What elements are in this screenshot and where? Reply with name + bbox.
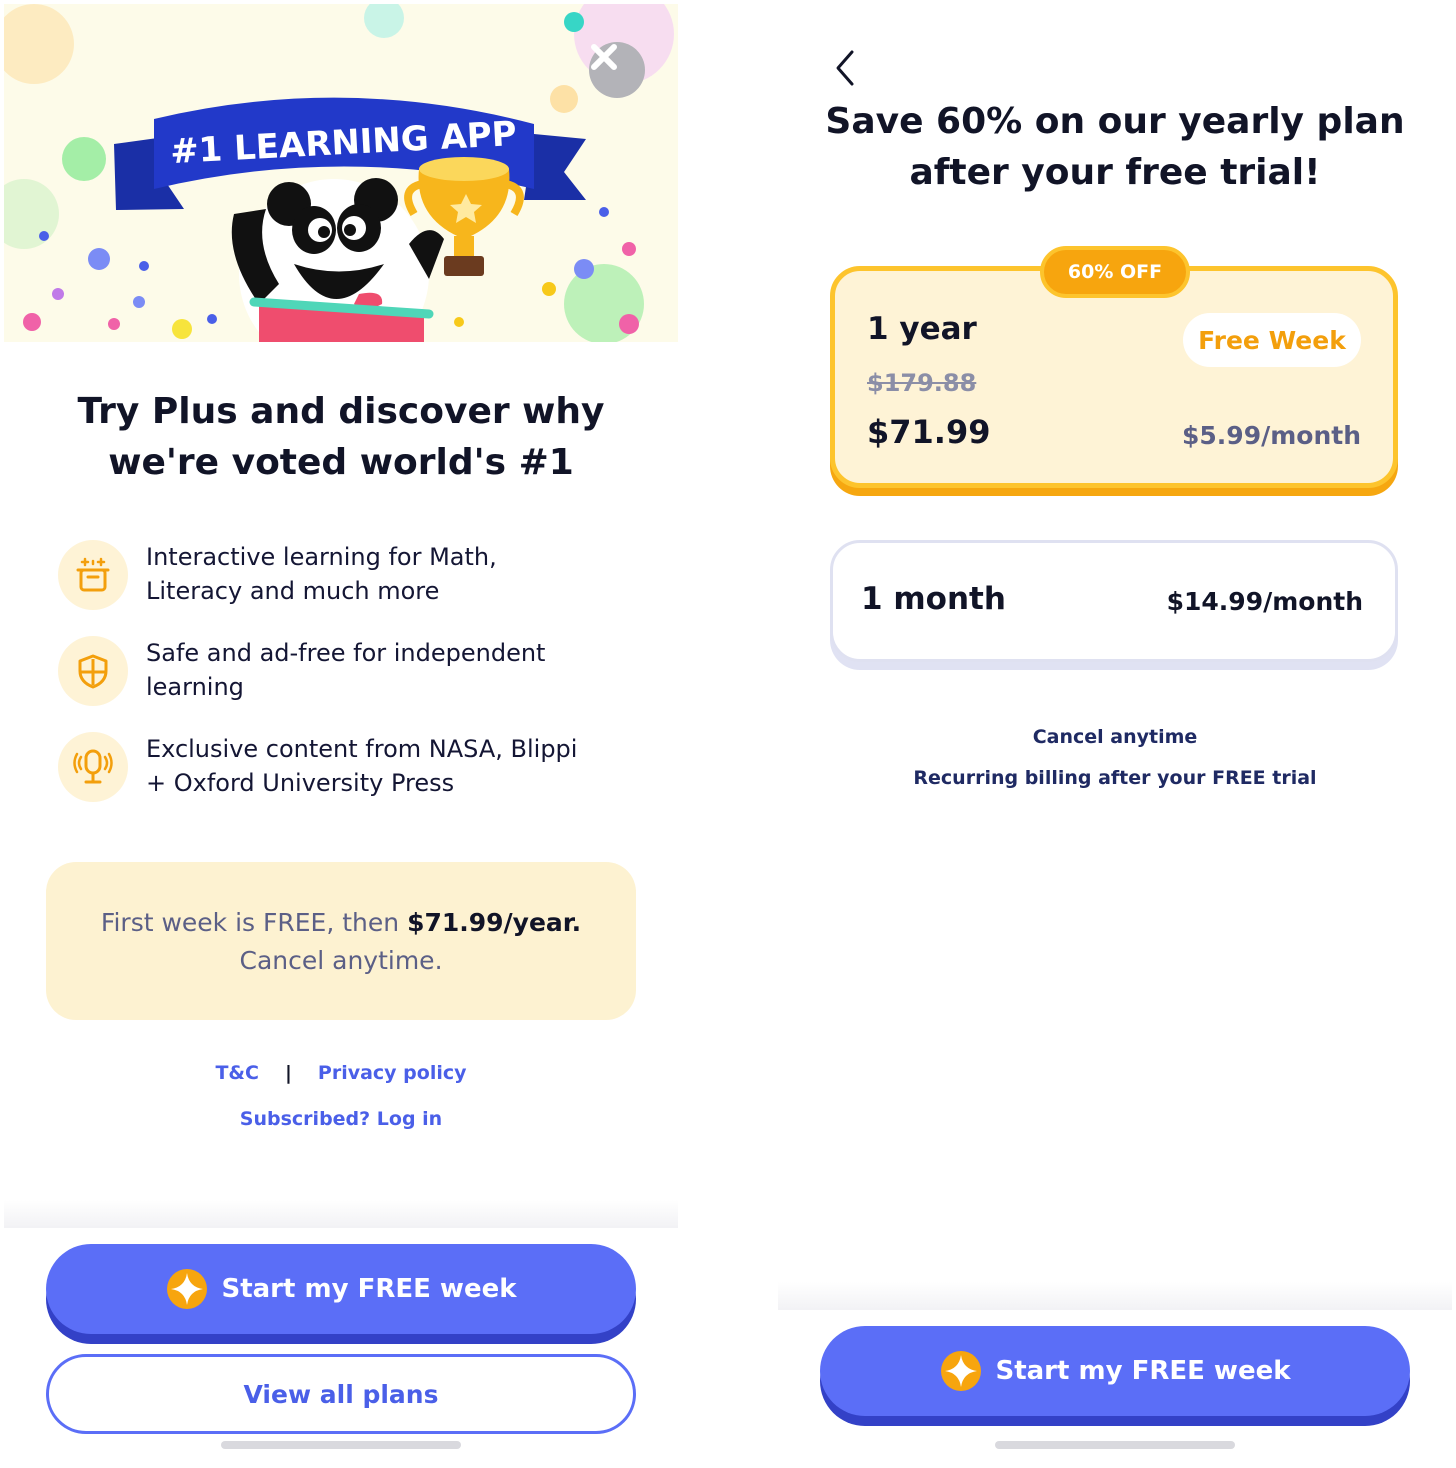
home-indicator xyxy=(995,1441,1235,1449)
start-free-week-label: Start my FREE week xyxy=(221,1274,517,1304)
learning-blocks-icon xyxy=(58,540,128,610)
feature-text-line: learning xyxy=(146,673,244,701)
page-title: Try Plus and discover why we're voted wo… xyxy=(24,386,658,488)
microphone-icon xyxy=(58,732,128,802)
feature-item: Interactive learning for Math, Literacy … xyxy=(58,540,658,620)
plan-name: 1 year xyxy=(867,311,977,347)
terms-link[interactable]: T&C xyxy=(215,1062,258,1084)
hero-banner: #1 LEARNING APP xyxy=(4,4,678,342)
back-chevron-icon[interactable] xyxy=(830,48,860,88)
plan-name: 1 month xyxy=(861,581,1006,617)
sparkle-icon xyxy=(941,1351,982,1391)
plus-intro-screen: #1 LEARNING APP Try Plus and discover wh… xyxy=(4,0,678,1468)
feature-text-line: Safe and ad-free for independent xyxy=(146,639,546,667)
privacy-policy-link[interactable]: Privacy policy xyxy=(318,1062,467,1084)
view-all-plans-button[interactable]: View all plans xyxy=(46,1354,636,1434)
bottom-divider xyxy=(778,1282,1452,1312)
close-button[interactable] xyxy=(589,42,645,98)
feature-item: Safe and ad-free for independent learnin… xyxy=(58,636,658,716)
plan-option-yearly[interactable]: 1 year Free Week $179.88 $71.99 $5.99/mo… xyxy=(830,266,1398,488)
feature-text-line: Exclusive content from NASA, Blippi xyxy=(146,735,578,763)
shield-icon xyxy=(58,636,128,706)
title-line-1: Try Plus and discover why xyxy=(77,391,605,432)
trial-info-line-1: First week is FREE, then $71.99/year. xyxy=(46,904,636,942)
feature-text-line: Literacy and much more xyxy=(146,577,440,605)
home-indicator xyxy=(221,1441,461,1449)
plans-screen: Save 60% on our yearly plan after your f… xyxy=(778,0,1452,1468)
title-line-2: after your free trial! xyxy=(909,152,1321,193)
feature-text-line: Interactive learning for Math, xyxy=(146,543,497,571)
title-line-1: Save 60% on our yearly plan xyxy=(825,101,1405,142)
title-line-2: we're voted world's #1 xyxy=(108,442,574,483)
plan-price: $71.99 xyxy=(867,413,991,451)
trial-info-price: $71.99/year. xyxy=(407,908,582,937)
trial-info-box: First week is FREE, then $71.99/year. Ca… xyxy=(46,862,636,1020)
close-icon xyxy=(591,44,617,70)
link-separator: | xyxy=(284,1062,292,1084)
start-free-week-button[interactable]: Start my FREE week xyxy=(46,1244,636,1334)
page-title: Save 60% on our yearly plan after your f… xyxy=(798,96,1432,198)
start-free-week-button[interactable]: Start my FREE week xyxy=(820,1326,1410,1416)
feature-text-line: + Oxford University Press xyxy=(146,769,455,797)
billing-note: Recurring billing after your FREE trial xyxy=(913,767,1317,789)
plan-per-month: $5.99/month xyxy=(1182,421,1361,450)
free-week-pill: Free Week xyxy=(1183,313,1361,367)
start-free-week-label: Start my FREE week xyxy=(995,1356,1291,1386)
bottom-divider xyxy=(4,1200,678,1230)
discount-badge: 60% OFF xyxy=(1040,246,1190,298)
plan-per-month: $14.99/month xyxy=(1166,587,1363,616)
trial-info-line-2: Cancel anytime. xyxy=(239,946,443,975)
cancel-anytime-note: Cancel anytime xyxy=(1032,726,1198,748)
plan-option-monthly[interactable]: 1 month $14.99/month xyxy=(830,540,1398,662)
trial-info-prefix: First week is FREE, then xyxy=(100,908,408,937)
original-price: $179.88 xyxy=(867,369,977,397)
login-link[interactable]: Subscribed? Log in xyxy=(4,1108,678,1130)
view-all-plans-label: View all plans xyxy=(243,1379,439,1409)
feature-item: Exclusive content from NASA, Blippi + Ox… xyxy=(58,732,658,812)
sparkle-icon xyxy=(167,1269,208,1309)
hero-illustration: #1 LEARNING APP xyxy=(4,4,674,342)
legal-links: T&C | Privacy policy xyxy=(4,1062,678,1084)
